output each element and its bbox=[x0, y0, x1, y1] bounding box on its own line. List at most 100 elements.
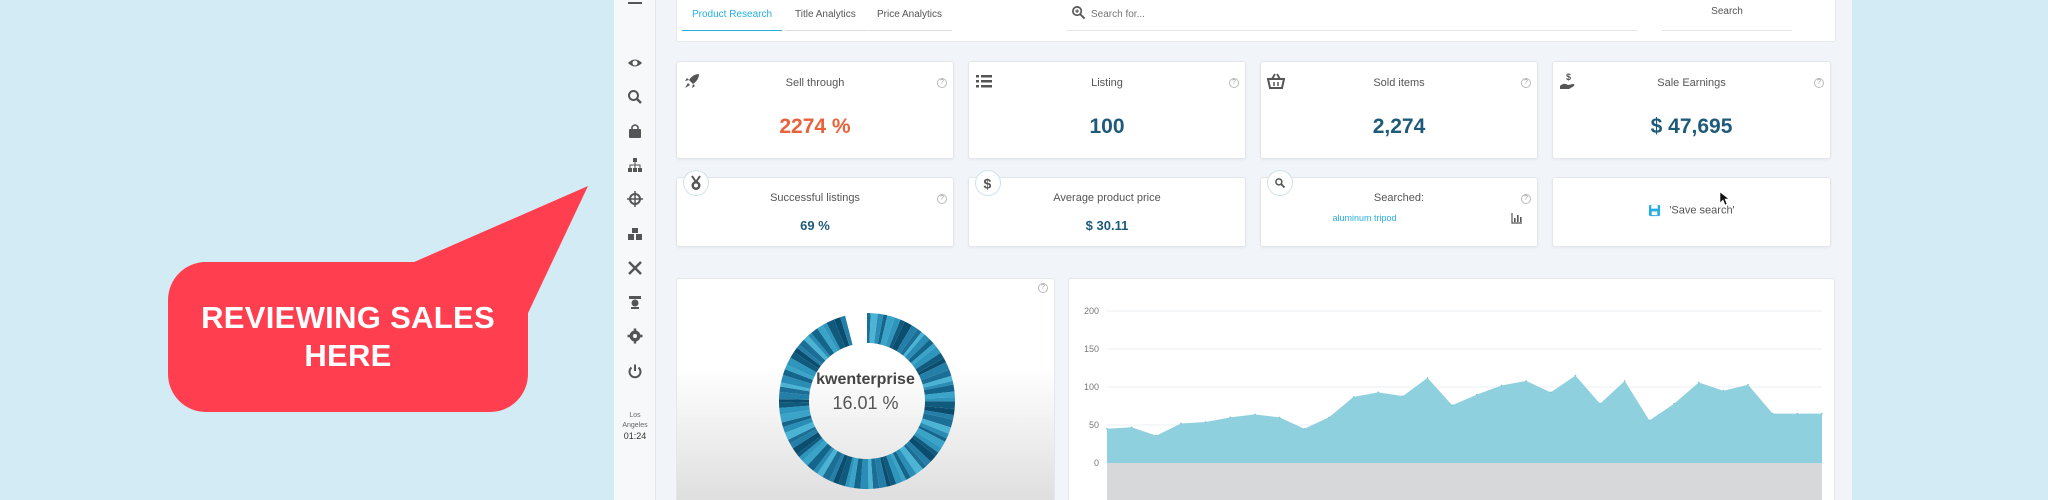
clock-time: 01:24 bbox=[623, 431, 647, 441]
metric-value: 100 bbox=[1089, 115, 1125, 138]
y-tick-label: 100 bbox=[1084, 382, 1099, 392]
bar-chart-icon[interactable] bbox=[1511, 212, 1523, 224]
zoom-icon[interactable] bbox=[622, 87, 648, 107]
search-input[interactable] bbox=[1091, 5, 1621, 23]
reviewing-sales-callout: REVIEWING SALES HERE bbox=[168, 262, 528, 412]
gear-icon[interactable] bbox=[622, 326, 648, 346]
clock-city-2: Angeles bbox=[622, 422, 648, 429]
help-icon[interactable]: ? bbox=[1521, 78, 1531, 88]
data-point bbox=[1278, 416, 1281, 419]
help-icon[interactable]: ? bbox=[1521, 194, 1531, 204]
help-icon[interactable]: ? bbox=[1229, 78, 1239, 88]
card-successful-listings: Successful listings ? 69 % bbox=[676, 170, 954, 247]
data-point bbox=[1574, 374, 1577, 377]
data-point bbox=[1155, 434, 1158, 437]
data-point bbox=[1377, 391, 1380, 394]
search-icon bbox=[1072, 6, 1086, 20]
sitemap-icon[interactable] bbox=[622, 155, 648, 175]
sidebar: Los Angeles 01:24 bbox=[614, 0, 656, 500]
data-point bbox=[1106, 428, 1108, 430]
power-icon[interactable] bbox=[622, 361, 648, 381]
donut-chart bbox=[779, 313, 955, 489]
sales-chart-panel: 200 150 100 50 0 bbox=[1068, 278, 1835, 500]
y-tick-label: 0 bbox=[1094, 458, 1099, 468]
data-point bbox=[1796, 412, 1799, 415]
data-point bbox=[1229, 416, 1232, 419]
save-search-card[interactable]: 'Save search' bbox=[1552, 177, 1831, 247]
data-point bbox=[1254, 413, 1256, 416]
metric-title: Searched: bbox=[1373, 192, 1425, 204]
tab-title-analytics[interactable]: Title Analytics bbox=[785, 9, 866, 31]
data-point bbox=[1747, 383, 1749, 386]
help-icon[interactable]: ? bbox=[937, 194, 947, 204]
tab-price-analytics[interactable]: Price Analytics bbox=[867, 9, 953, 31]
data-point bbox=[1180, 422, 1182, 425]
help-icon[interactable]: ? bbox=[1814, 78, 1824, 88]
card-searched: Searched: ? aluminum tripod bbox=[1260, 170, 1538, 247]
data-point bbox=[1303, 428, 1306, 430]
data-point bbox=[1648, 419, 1651, 422]
data-point bbox=[1673, 402, 1675, 405]
data-point bbox=[1451, 404, 1453, 407]
card-sale-earnings: $ Sale Earnings ? $ 47,695 bbox=[1552, 61, 1831, 159]
y-tick-label: 50 bbox=[1089, 420, 1099, 430]
metric-value: $ 47,695 bbox=[1650, 115, 1733, 138]
callout-line-1: REVIEWING SALES bbox=[201, 300, 495, 335]
data-point bbox=[1549, 391, 1552, 394]
data-point bbox=[1328, 416, 1330, 419]
tab-product-research[interactable]: Product Research bbox=[682, 9, 783, 31]
data-point bbox=[1352, 396, 1355, 398]
award-icon[interactable] bbox=[622, 292, 648, 312]
clock: Los Angeles 01:24 bbox=[614, 411, 656, 441]
metric-title: Sell through bbox=[785, 77, 845, 89]
app-window: Los Angeles 01:24 Product Research Title… bbox=[614, 0, 1852, 500]
metric-title: Average product price bbox=[1053, 192, 1161, 204]
sales-area-chart: 200 150 100 50 0 bbox=[1084, 306, 1823, 500]
data-point bbox=[1402, 395, 1404, 397]
data-point bbox=[1623, 380, 1626, 382]
data-point bbox=[1204, 421, 1207, 423]
chart-fade bbox=[1107, 463, 1822, 500]
crosshair-icon[interactable] bbox=[622, 189, 648, 209]
data-point bbox=[1476, 393, 1478, 396]
clock-city-1: Los bbox=[629, 412, 641, 419]
sales-area-series bbox=[1107, 375, 1822, 463]
top-bar: Product Research Title Analytics Price A… bbox=[676, 0, 1836, 42]
search-button[interactable]: Search bbox=[1662, 5, 1792, 31]
card-sold-items: Sold items ? 2,274 bbox=[1260, 61, 1538, 159]
callout-line-2: HERE bbox=[304, 338, 392, 373]
data-point bbox=[1525, 380, 1527, 382]
data-point bbox=[1500, 384, 1503, 387]
inventory-icon[interactable] bbox=[622, 224, 648, 244]
data-point bbox=[1599, 402, 1601, 405]
metric-title: Listing bbox=[1091, 77, 1123, 89]
eye-icon[interactable] bbox=[622, 53, 648, 73]
metric-value: 2,274 bbox=[1372, 115, 1426, 138]
data-point bbox=[1697, 381, 1700, 384]
donut-name: kwenterprise bbox=[816, 371, 915, 388]
data-point bbox=[1722, 390, 1725, 392]
metric-value: $ 30.11 bbox=[1085, 218, 1129, 233]
help-icon[interactable]: ? bbox=[937, 78, 947, 88]
metric-title: Sold items bbox=[1373, 77, 1425, 89]
main-content: Product Research Title Analytics Price A… bbox=[676, 0, 1836, 500]
data-point bbox=[1426, 377, 1429, 379]
save-search-label: 'Save search' bbox=[1669, 204, 1735, 217]
data-point bbox=[1130, 426, 1133, 429]
metric-value: 69 % bbox=[800, 218, 830, 233]
menu-icon[interactable] bbox=[628, 0, 642, 4]
searched-keyword-link[interactable]: aluminum tripod bbox=[1261, 213, 1468, 223]
y-tick-label: 150 bbox=[1084, 344, 1099, 354]
bag-icon[interactable] bbox=[622, 121, 648, 141]
card-sell-through: Sell through ? 2274 % bbox=[676, 61, 954, 159]
data-point bbox=[1821, 412, 1823, 415]
svg-text:$: $ bbox=[984, 176, 992, 192]
metric-value: 2274 % bbox=[779, 115, 851, 138]
card-average-price: $ Average product price $ 30.11 bbox=[968, 170, 1246, 247]
donut-percentage: 16.01 % bbox=[832, 393, 899, 413]
tools-icon[interactable] bbox=[622, 258, 648, 278]
metric-title: Sale Earnings bbox=[1657, 77, 1726, 89]
save-icon bbox=[1649, 204, 1661, 217]
mouse-cursor-icon bbox=[1720, 192, 1730, 206]
card-listing: Listing ? 100 bbox=[968, 61, 1246, 159]
